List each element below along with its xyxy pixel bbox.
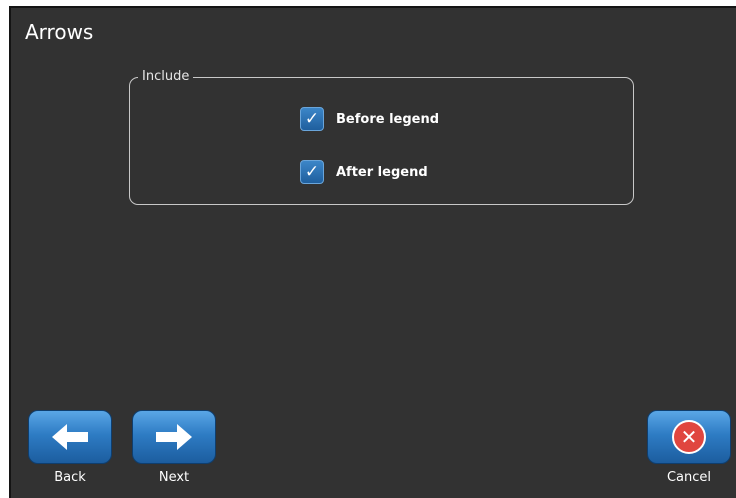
arrow-right-icon [156,424,192,450]
include-group-legend: Include [138,68,194,86]
check-icon: ✓ [304,108,320,129]
after-legend-checkbox[interactable]: ✓ [300,160,324,184]
screen: Arrows Include ✓ Before legend ✓ After l… [9,6,736,498]
next-button[interactable] [132,410,216,464]
cancel-button-label[interactable]: Cancel [647,470,731,485]
before-legend-option[interactable]: ✓ Before legend [300,107,439,131]
cancel-button[interactable]: ✕ [647,410,731,464]
back-button[interactable] [28,410,112,464]
page-title: Arrows [25,20,94,44]
before-legend-label[interactable]: Before legend [336,112,439,127]
arrow-left-icon [52,424,88,450]
after-legend-option[interactable]: ✓ After legend [300,160,428,184]
check-icon: ✓ [304,161,320,182]
back-button-label[interactable]: Back [28,470,112,485]
before-legend-checkbox[interactable]: ✓ [300,107,324,131]
include-groupbox: Include [129,68,634,205]
next-button-label[interactable]: Next [132,470,216,485]
close-icon: ✕ [672,420,706,454]
after-legend-label[interactable]: After legend [336,165,428,180]
